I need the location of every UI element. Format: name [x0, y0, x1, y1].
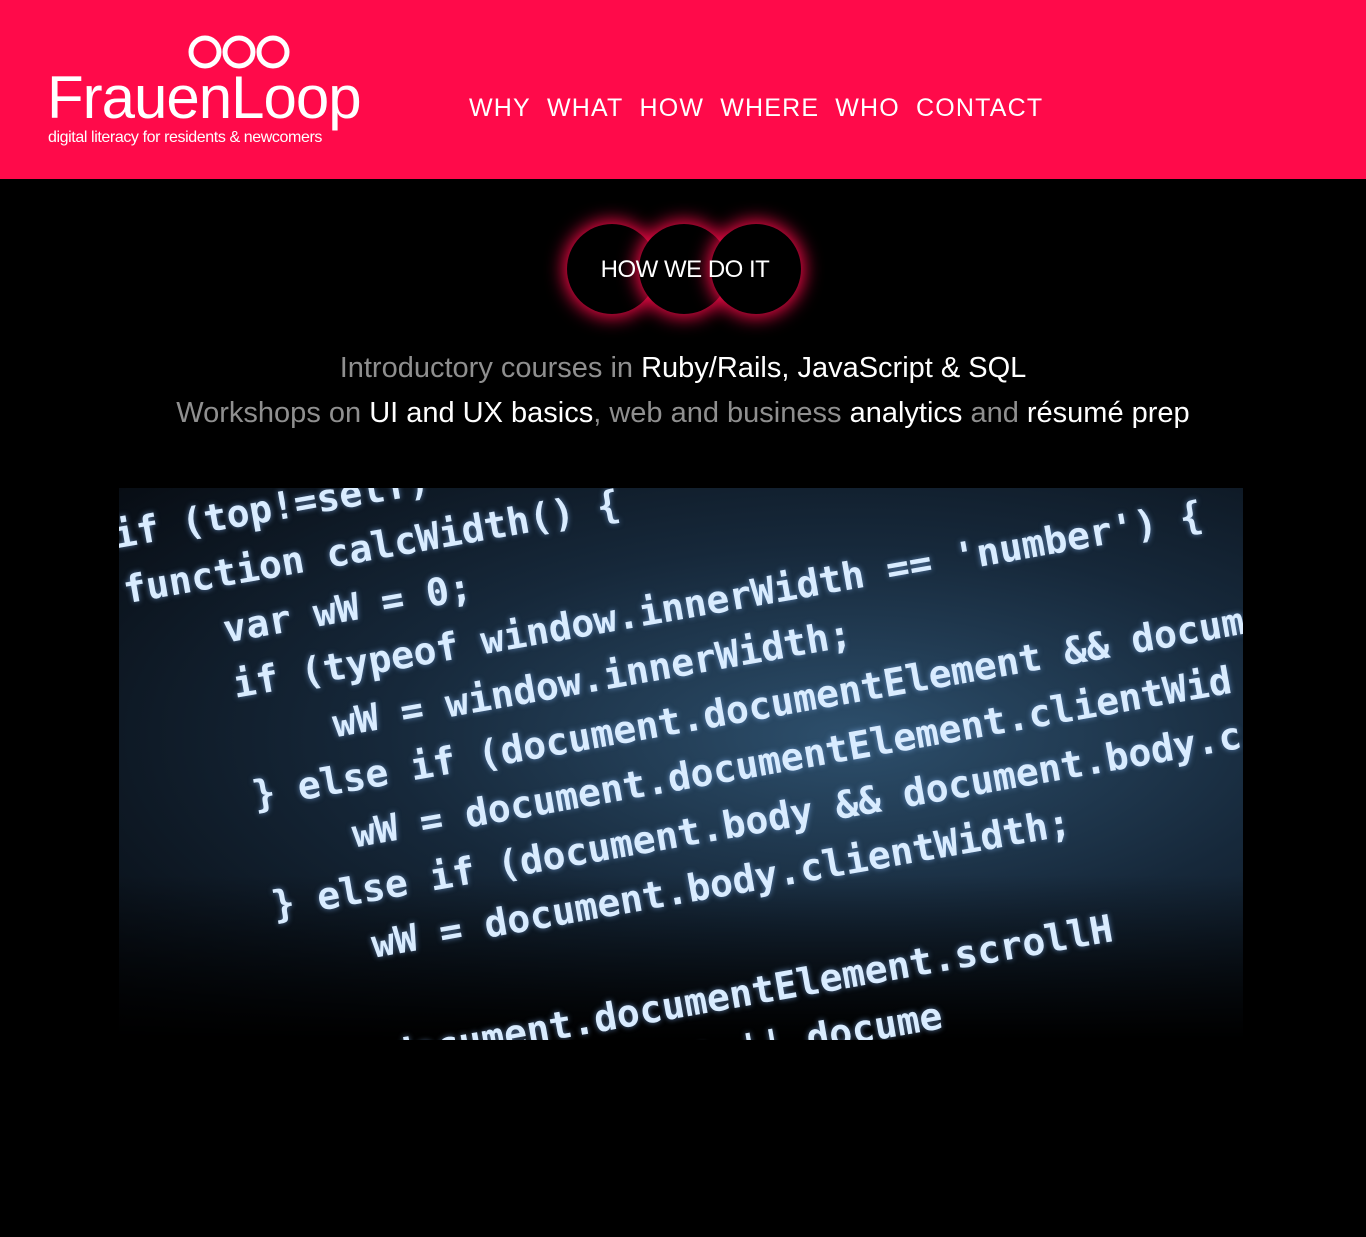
- workshops-sep: , web and business: [593, 397, 850, 429]
- workshop-resume: résumé prep: [1026, 397, 1190, 429]
- site-header: FrauenLoop digital literacy for resident…: [0, 0, 1366, 179]
- workshops-and: and: [962, 397, 1027, 429]
- frauenloop-logo[interactable]: FrauenLoop digital literacy for resident…: [47, 34, 377, 154]
- intro-line-workshops: Workshops on UI and UX basics, web and b…: [0, 391, 1366, 436]
- code-screen-photo: if (top!=self) function calcWidth() { var…: [119, 488, 1243, 1040]
- nav-what[interactable]: WHAT: [547, 94, 624, 123]
- code-text: if (top!=self) function calcWidth() { var…: [119, 488, 1243, 1040]
- courses-lead: Introductory courses in: [339, 352, 642, 384]
- nav-contact[interactable]: CONTACT: [916, 94, 1043, 123]
- intro-line-courses: Introductory courses in Ruby/Rails, Java…: [0, 346, 1366, 391]
- logo-wordmark: FrauenLoop: [47, 64, 362, 131]
- courses-topics: Ruby/Rails, JavaScript & SQL: [641, 352, 1027, 384]
- section-badge: HOW WE DO IT: [567, 224, 803, 316]
- section-title: HOW WE DO IT: [600, 256, 770, 283]
- workshop-analytics: analytics: [849, 397, 963, 429]
- nav-why[interactable]: WHY: [469, 94, 531, 123]
- workshop-ui-ux: UI and UX basics: [369, 397, 594, 429]
- nav-how[interactable]: HOW: [639, 94, 704, 123]
- nav-who[interactable]: WHO: [835, 94, 900, 123]
- nav-where[interactable]: WHERE: [720, 94, 819, 123]
- main-nav: WHY WHAT HOW WHERE WHO CONTACT: [469, 94, 1043, 123]
- logo-tagline: digital literacy for residents & newcome…: [48, 129, 322, 146]
- section-intro: Introductory courses in Ruby/Rails, Java…: [0, 346, 1366, 436]
- workshops-lead: Workshops on: [176, 397, 370, 429]
